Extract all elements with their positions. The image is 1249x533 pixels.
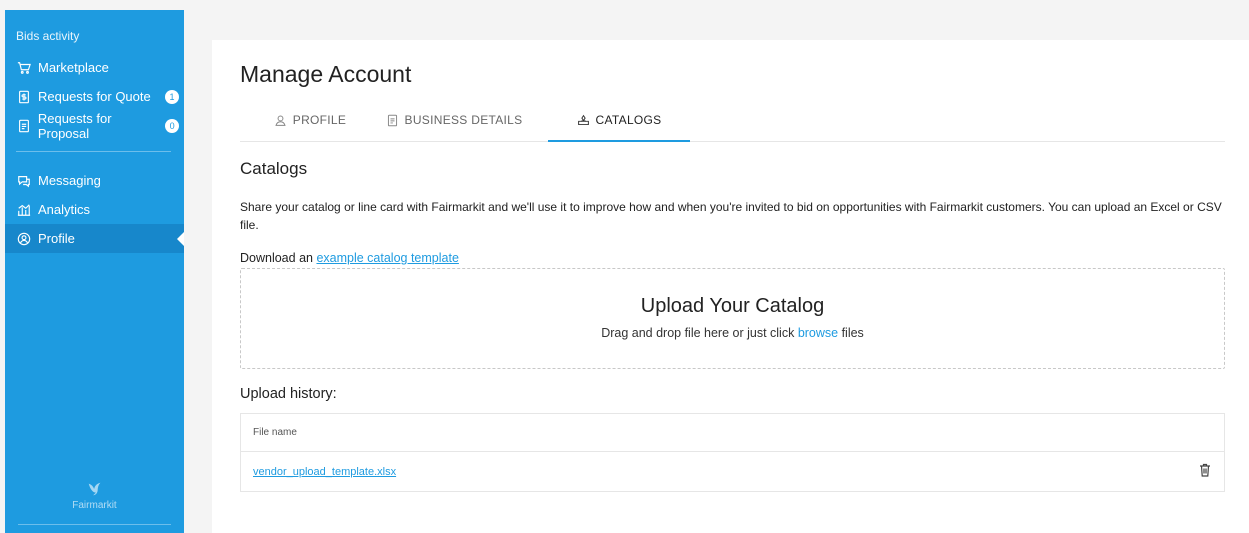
account-tabs: PROFILE BUSINESS DETAILS CATALOGS [240, 100, 1225, 142]
tab-label: PROFILE [292, 113, 347, 127]
catalogs-heading: Catalogs [240, 159, 308, 178]
tab-business-details[interactable]: BUSINESS DETAILS [374, 100, 534, 140]
count-badge: 1 [165, 89, 179, 104]
download-prefix: Download an [240, 251, 317, 265]
catalog-dropzone[interactable]: Upload Your Catalog Drag and drop file h… [240, 268, 1225, 369]
count-badge: 0 [165, 118, 180, 133]
upload-sub-suffix: files [838, 326, 864, 340]
catalogs-description: Share your catalog or line card with Fai… [240, 200, 1222, 232]
sidebar-item-messaging[interactable]: Messaging [5, 166, 184, 195]
file-link[interactable]: vendor_upload_template.xlsx [253, 466, 396, 478]
sidebar-item-label: Analytics [38, 202, 91, 217]
document-icon [386, 114, 399, 127]
browse-link[interactable]: browse [798, 326, 838, 340]
trash-icon[interactable] [1199, 463, 1211, 477]
cart-icon [16, 60, 32, 76]
top-bar [184, 0, 1249, 10]
upload-title: Upload Your Catalog [640, 295, 825, 317]
upload-instructions: Drag and drop file here or just click br… [241, 326, 1224, 340]
sidebar-item-profile[interactable]: Profile [5, 224, 184, 253]
column-header-file-name: File name [253, 427, 297, 438]
fairmarkit-logo: Fairmarkit [5, 480, 184, 511]
sidebar-item-analytics[interactable]: Analytics [5, 195, 184, 224]
sidebar-item-marketplace[interactable]: Marketplace [5, 53, 184, 82]
sidebar-item-label: Marketplace [38, 60, 109, 75]
document-dollar-icon [16, 89, 32, 105]
table-header: File name [241, 414, 1224, 452]
logo-text: Fairmarkit [72, 500, 117, 511]
document-icon [16, 118, 32, 134]
user-icon [274, 114, 287, 127]
sidebar-item-label: Requests for Proposal [37, 110, 112, 141]
sidebar-item-requests-for-quote[interactable]: Requests for Quote 1 [5, 82, 184, 111]
analytics-icon [16, 202, 32, 218]
tab-profile[interactable]: PROFILE [250, 100, 370, 140]
sidebar: Bids activity Marketplace Requests for Q… [5, 10, 184, 533]
page-title: Manage Account [240, 61, 412, 87]
table-row: vendor_upload_template.xlsx [241, 452, 1224, 491]
tab-catalogs[interactable]: CATALOGS [548, 100, 690, 142]
main-panel: Manage Account PROFILE BUSINESS DETAILS … [212, 40, 1249, 533]
tab-label: BUSINESS DETAILS [404, 113, 523, 127]
sidebar-item-label: Messaging [38, 173, 101, 188]
tab-label: CATALOGS [595, 113, 662, 127]
bird-logo-icon [88, 482, 100, 496]
chat-icon [16, 173, 32, 189]
sidebar-item-requests-for-proposal[interactable]: Requests for Proposal 0 [5, 110, 184, 141]
user-circle-icon [16, 231, 32, 247]
upload-history-table: File name vendor_upload_template.xlsx [240, 413, 1225, 492]
sidebar-bottom-divider [18, 524, 171, 525]
example-template-link[interactable]: example catalog template [316, 251, 458, 265]
upload-history-heading: Upload history: [240, 386, 337, 402]
sidebar-item-label: Requests for Quote [38, 89, 151, 104]
catalog-icon [577, 114, 590, 127]
upload-sub-prefix: Drag and drop file here or just click [601, 326, 798, 340]
download-template-line: Download an example catalog template [240, 251, 459, 265]
sidebar-section-label: Bids activity [16, 29, 80, 43]
sidebar-item-label: Profile [38, 231, 75, 246]
